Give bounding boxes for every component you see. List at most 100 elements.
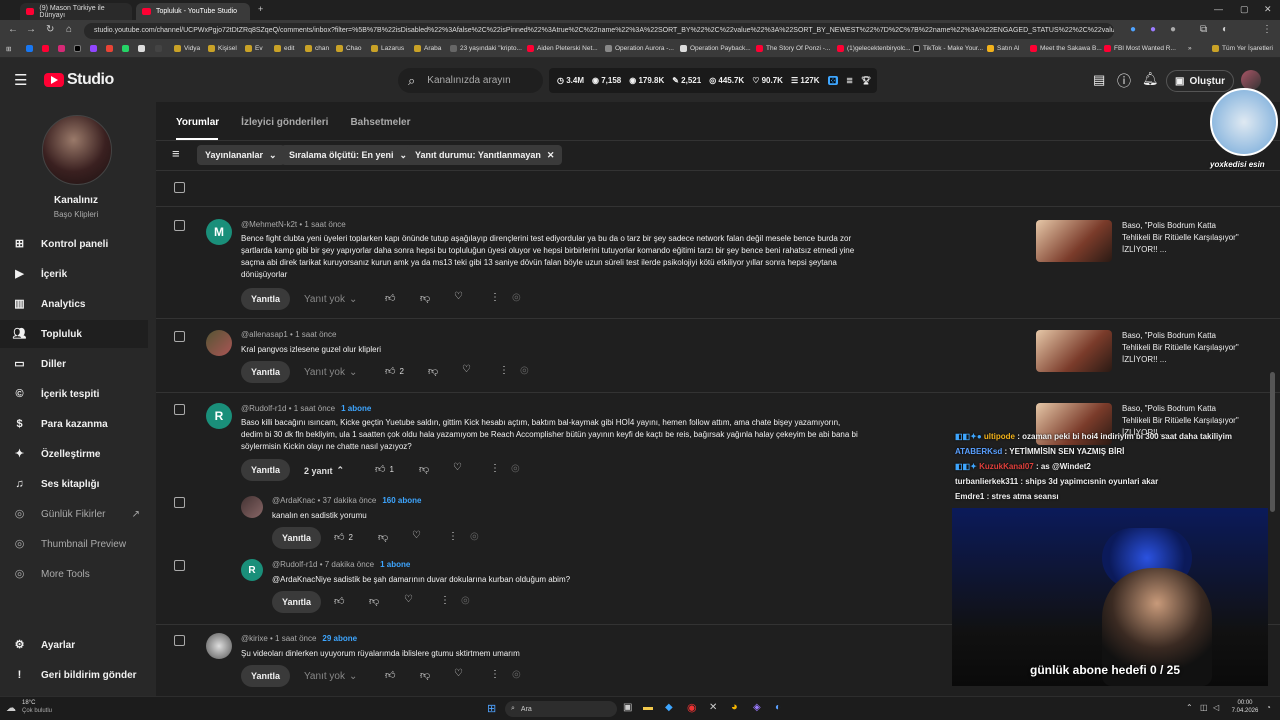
- clock-time[interactable]: 00:00: [1232, 700, 1258, 706]
- sidebar-item-analytics[interactable]: ▥ Analytics: [0, 290, 148, 318]
- heart-button[interactable]: ♡: [462, 364, 471, 375]
- extension-badge-icon[interactable]: ⊠: [827, 76, 839, 85]
- dislike-button[interactable]: 👎︎: [420, 292, 430, 304]
- sidebar-item-thumbnail-preview[interactable]: ◎ Thumbnail Preview: [0, 530, 148, 558]
- bookmark-icon-twitch[interactable]: [90, 45, 97, 52]
- tray-chevron-icon[interactable]: ⌃: [1186, 703, 1193, 712]
- bookmark-folder[interactable]: Kişisel: [208, 45, 237, 52]
- taskbar-search[interactable]: ⌕ Ara: [505, 701, 617, 717]
- sidebar-item-community[interactable]: 👥︎ Topluluk: [0, 320, 148, 348]
- app-icon[interactable]: ◆: [665, 702, 673, 713]
- weather-temp[interactable]: 18°C: [22, 700, 35, 706]
- comment-checkbox[interactable]: [174, 220, 185, 231]
- reply-button[interactable]: Yanıtla: [241, 459, 291, 481]
- bookmark-icon-mail[interactable]: [106, 45, 113, 52]
- video-thumbnail[interactable]: [1036, 220, 1112, 262]
- browser-tab[interactable]: (9) Mason Türkiye ile Dünyayı: [20, 3, 132, 20]
- bookmark-folder[interactable]: Vidya: [174, 45, 200, 52]
- more-options-button[interactable]: ⋮: [499, 365, 509, 376]
- extension-icon[interactable]: ●: [1150, 24, 1156, 35]
- extension-icon[interactable]: ●: [1170, 24, 1176, 35]
- new-tab-icon[interactable]: +: [258, 4, 263, 14]
- windows-start-icon[interactable]: ⊞: [487, 702, 496, 715]
- sidebar-item-content[interactable]: ▶ İçerik: [0, 260, 148, 288]
- tab-comments[interactable]: Yorumlar: [176, 117, 219, 128]
- clock-date[interactable]: 7.04.2026: [1226, 708, 1264, 714]
- app-icon[interactable]: ◈: [753, 702, 761, 713]
- all-bookmarks-folder[interactable]: Tüm Yer İşaretleri: [1212, 45, 1273, 52]
- apps-icon[interactable]: ⊞: [6, 45, 11, 53]
- hamburger-menu-icon[interactable]: ☰: [14, 71, 27, 89]
- sidebar-item-monetization[interactable]: $ Para kazanma: [0, 410, 148, 438]
- more-options-button[interactable]: ⋮: [448, 531, 458, 542]
- comment-author[interactable]: @Rudolf-r1d: [241, 404, 286, 413]
- bookmark-folder[interactable]: edit: [274, 45, 294, 52]
- bookmark-link[interactable]: (1)gelecektenbiryolc...: [837, 45, 911, 52]
- extension-icon[interactable]: ◎: [512, 669, 521, 680]
- extension-icon[interactable]: ◎: [511, 463, 520, 474]
- comment-author[interactable]: @MehmetN-k2t: [241, 220, 297, 229]
- bookmark-folder[interactable]: chan: [305, 45, 329, 52]
- video-title[interactable]: Baso, "Polis Bodrum Katta Tehlikeli Bir …: [1122, 220, 1242, 256]
- no-replies-toggle[interactable]: Yanıt yok ⌄: [304, 294, 357, 305]
- heart-button[interactable]: ♡: [412, 530, 421, 541]
- sidebar-item-languages[interactable]: ▭ Diller: [0, 350, 148, 378]
- no-replies-toggle[interactable]: Yanıt yok ⌄: [304, 367, 357, 378]
- dislike-button[interactable]: 👎︎: [420, 669, 430, 681]
- more-options-button[interactable]: ⋮: [490, 292, 500, 303]
- tab-viewer-posts[interactable]: İzleyici gönderileri: [241, 117, 328, 128]
- filter-chip-sort[interactable]: Sıralama ölçütü: En yeni ⌄: [281, 145, 416, 165]
- dislike-button[interactable]: 👎︎: [378, 531, 388, 543]
- close-icon[interactable]: ✕: [547, 150, 555, 161]
- heart-button[interactable]: ♡: [404, 594, 413, 605]
- like-button[interactable]: 👍︎: [385, 669, 395, 681]
- extension-icon[interactable]: ◎: [461, 595, 470, 606]
- bookmark-folder[interactable]: Lazarus: [371, 45, 404, 52]
- sidebar-item-feedback[interactable]: ! Geri bildirim gönder: [0, 661, 148, 689]
- steam-icon[interactable]: ◐: [775, 702, 781, 713]
- heart-button[interactable]: ♡: [454, 668, 463, 679]
- tab-mentions[interactable]: Bahsetmeler: [350, 117, 410, 128]
- url-field[interactable]: studio.youtube.com/channel/UCPWxPgjo72tD…: [84, 23, 1114, 39]
- volume-icon[interactable]: ◁: [1213, 703, 1219, 712]
- comment-author[interactable]: @allenasap1: [241, 330, 288, 339]
- comment-author[interactable]: @kirixe: [241, 634, 268, 643]
- obs-icon[interactable]: ◉: [687, 701, 697, 714]
- messages-icon[interactable]: ▤: [1093, 72, 1105, 88]
- bookmark-link[interactable]: TikTok - Make Your...: [913, 45, 983, 52]
- bookmark-link[interactable]: 23 yaşındaki "kripto...: [450, 45, 522, 52]
- bookmark-link[interactable]: Meet the Sakawa B...: [1030, 45, 1102, 52]
- bookmark-icon-youtube[interactable]: [42, 45, 49, 52]
- dislike-button[interactable]: 👎︎: [369, 595, 379, 607]
- bookmark-link[interactable]: Operation Aurora -...: [605, 45, 674, 52]
- sort-icon[interactable]: ≣: [846, 76, 853, 85]
- more-options-button[interactable]: ⋮: [440, 595, 450, 606]
- notification-center-icon[interactable]: ◔: [1266, 703, 1271, 712]
- bookmark-folder[interactable]: Chao: [336, 45, 362, 52]
- reply-button[interactable]: Yanıtla: [241, 665, 291, 687]
- video-title[interactable]: Baso, "Polis Bodrum Katta Tehlikeli Bir …: [1122, 330, 1242, 366]
- comment-checkbox[interactable]: [174, 497, 185, 508]
- like-button[interactable]: 👍︎ 1: [375, 463, 394, 475]
- more-options-button[interactable]: ⋮: [490, 669, 500, 680]
- extension-icon[interactable]: ●: [1130, 24, 1136, 35]
- like-button[interactable]: 👍︎ 2: [385, 365, 404, 377]
- like-button[interactable]: 👍︎ 2: [334, 531, 353, 543]
- maximize-icon[interactable]: ▢: [1240, 4, 1249, 15]
- sidebar-item-dashboard[interactable]: ⊞ Kontrol paneli: [0, 230, 148, 258]
- bookmark-link[interactable]: Operation Payback...: [680, 45, 751, 52]
- reload-icon[interactable]: ↻: [46, 24, 54, 35]
- bookmark-icon-facebook[interactable]: [26, 45, 33, 52]
- bookmark-icon-generic[interactable]: [155, 45, 162, 52]
- avatar[interactable]: [1241, 70, 1261, 90]
- channel-avatar[interactable]: [42, 115, 112, 185]
- comment-checkbox[interactable]: [174, 404, 185, 415]
- bookmark-link[interactable]: Aiden Pleterski Net...: [527, 45, 598, 52]
- comment-checkbox[interactable]: [174, 635, 185, 646]
- extension-icon[interactable]: ◎: [470, 531, 479, 542]
- reply-button[interactable]: Yanıtla: [241, 288, 291, 310]
- no-replies-toggle[interactable]: Yanıt yok ⌄: [304, 671, 357, 682]
- bookmark-link[interactable]: The Story Of Ponzi -...: [756, 45, 830, 52]
- filter-chip-reply-status[interactable]: Yanıt durumu: Yanıtlanmayan ✕: [407, 145, 563, 165]
- bookmark-icon-instagram[interactable]: [58, 45, 65, 52]
